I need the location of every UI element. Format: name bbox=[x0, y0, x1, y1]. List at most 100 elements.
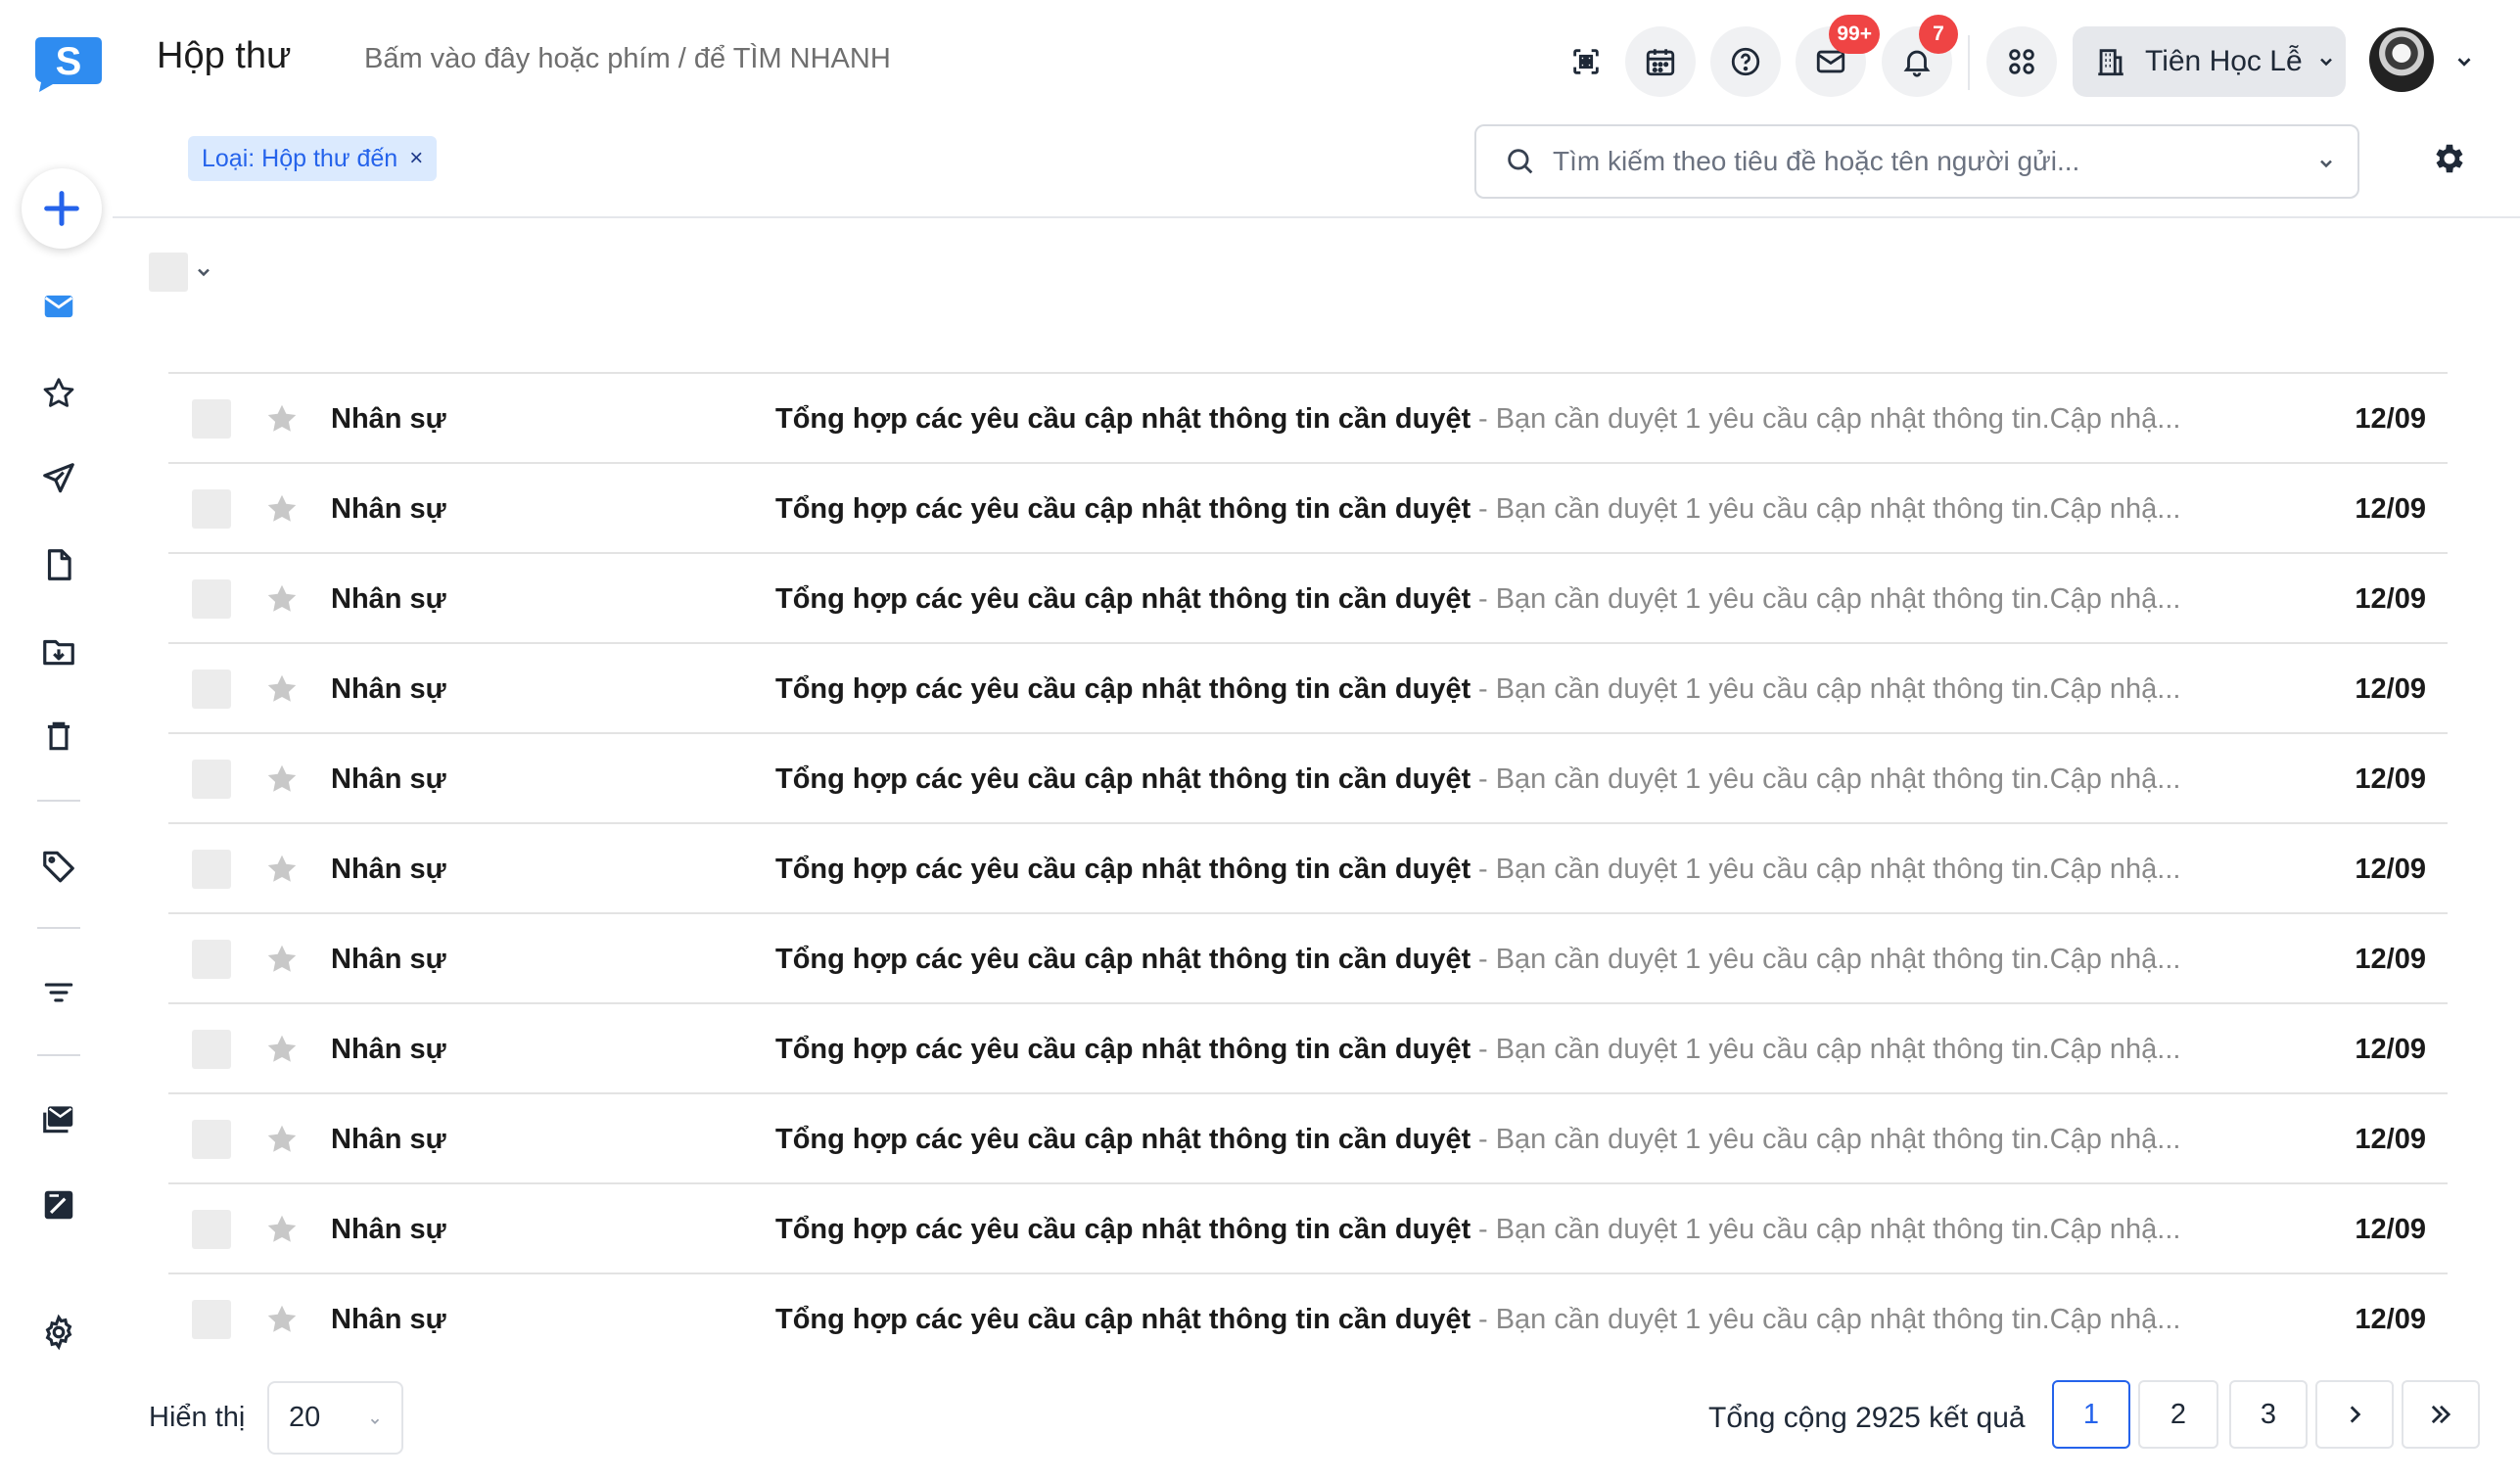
filter-bar: Loại: Hộp thư đến × bbox=[113, 122, 2520, 218]
message-row[interactable]: Nhân sự Tổng hợp các yêu cầu cập nhật thô… bbox=[168, 1182, 2448, 1272]
chevron-down-icon[interactable] bbox=[2453, 51, 2475, 72]
last-page-button[interactable] bbox=[2402, 1380, 2480, 1449]
message-row[interactable]: Nhân sự Tổng hợp các yêu cầu cập nhật thô… bbox=[168, 462, 2448, 552]
help-button[interactable] bbox=[1710, 26, 1781, 97]
filter-chip-type[interactable]: Loại: Hộp thư đến × bbox=[188, 136, 438, 181]
archive-icon bbox=[40, 632, 77, 670]
star-icon[interactable] bbox=[264, 581, 300, 617]
sidebar-item-filters[interactable] bbox=[37, 971, 80, 1014]
message-sender: Nhân sự bbox=[331, 1124, 446, 1155]
message-row[interactable]: Nhân sự Tổng hợp các yêu cầu cập nhật thô… bbox=[168, 732, 2448, 822]
message-sender: Nhân sự bbox=[331, 944, 446, 975]
quick-search-trigger[interactable]: Bấm vào đây hoặc phím / để TÌM NHANH bbox=[364, 43, 891, 75]
sidebar-item-drafts[interactable] bbox=[37, 543, 80, 586]
star-icon[interactable] bbox=[264, 852, 300, 887]
row-checkbox[interactable] bbox=[192, 760, 231, 799]
page-size-select[interactable]: 20 bbox=[267, 1381, 403, 1455]
message-date: 12/09 bbox=[2355, 944, 2426, 975]
filter-chip-label: Loại: Hộp thư đến bbox=[202, 144, 398, 172]
star-icon[interactable] bbox=[264, 762, 300, 797]
row-checkbox[interactable] bbox=[192, 579, 231, 619]
message-snippet: - Bạn cần duyệt 1 yêu cầu cập nhật thông… bbox=[1478, 944, 2181, 975]
user-avatar[interactable] bbox=[2369, 27, 2434, 92]
star-icon[interactable] bbox=[264, 1212, 300, 1247]
star-icon[interactable] bbox=[264, 942, 300, 977]
sidebar-item-labels[interactable] bbox=[37, 844, 80, 887]
row-checkbox[interactable] bbox=[192, 940, 231, 979]
select-all[interactable] bbox=[149, 253, 213, 292]
message-date: 12/09 bbox=[2355, 403, 2426, 435]
page-button-3[interactable]: 3 bbox=[2229, 1380, 2308, 1449]
message-row[interactable]: Nhân sự Tổng hợp các yêu cầu cập nhật thô… bbox=[168, 1092, 2448, 1182]
page-size-value: 20 bbox=[289, 1402, 321, 1433]
row-checkbox[interactable] bbox=[192, 399, 231, 439]
mail-button[interactable]: 99+ bbox=[1796, 15, 1880, 97]
calendar-button[interactable] bbox=[1625, 26, 1696, 97]
sidebar-item-sent[interactable] bbox=[37, 457, 80, 500]
qr-scan-button[interactable] bbox=[1551, 26, 1621, 97]
header-divider bbox=[1968, 35, 1970, 90]
message-date: 12/09 bbox=[2355, 1034, 2426, 1065]
message-row[interactable]: Nhân sự Tổng hợp các yêu cầu cập nhật thô… bbox=[168, 1002, 2448, 1092]
select-all-checkbox[interactable] bbox=[149, 253, 188, 292]
next-page-button[interactable] bbox=[2315, 1380, 2394, 1449]
message-row[interactable]: Nhân sự Tổng hợp các yêu cầu cập nhật thô… bbox=[168, 912, 2448, 1002]
search-box[interactable] bbox=[1474, 124, 2359, 199]
message-row[interactable]: Nhân sự Tổng hợp các yêu cầu cập nhật thô… bbox=[168, 642, 2448, 732]
message-row[interactable]: Nhân sự Tổng hợp các yêu cầu cập nhật thô… bbox=[168, 822, 2448, 912]
plus-icon bbox=[39, 186, 84, 231]
sidebar-item-inbox[interactable] bbox=[37, 285, 80, 328]
sidebar-item-mail-stack[interactable] bbox=[37, 1097, 80, 1140]
message-subject: Tổng hợp các yêu cầu cập nhật thông tin … bbox=[775, 1124, 1471, 1155]
apps-button[interactable] bbox=[1986, 26, 2057, 97]
row-checkbox[interactable] bbox=[192, 1210, 231, 1249]
row-checkbox[interactable] bbox=[192, 670, 231, 709]
row-checkbox[interactable] bbox=[192, 1120, 231, 1159]
send-icon bbox=[40, 460, 77, 497]
message-row[interactable]: Nhân sự Tổng hợp các yêu cầu cập nhật thô… bbox=[168, 372, 2448, 462]
chevron-down-icon[interactable] bbox=[2316, 154, 2336, 173]
qr-code-icon bbox=[1569, 45, 1603, 78]
star-icon[interactable] bbox=[264, 491, 300, 527]
sidebar-item-settings[interactable] bbox=[37, 1311, 80, 1354]
star-icon[interactable] bbox=[264, 671, 300, 707]
message-subject: Tổng hợp các yêu cầu cập nhật thông tin … bbox=[775, 944, 1471, 975]
total-results: Tổng cộng 2925 kết quả bbox=[1708, 1402, 2026, 1434]
message-subject: Tổng hợp các yêu cầu cập nhật thông tin … bbox=[775, 854, 1471, 885]
star-icon[interactable] bbox=[264, 401, 300, 437]
message-date: 12/09 bbox=[2355, 583, 2426, 615]
search-icon bbox=[1504, 145, 1537, 178]
close-icon[interactable]: × bbox=[409, 145, 423, 172]
sidebar-item-starred[interactable] bbox=[37, 372, 80, 415]
page-button-1[interactable]: 1 bbox=[2052, 1380, 2130, 1449]
message-subject: Tổng hợp các yêu cầu cập nhật thông tin … bbox=[775, 583, 1471, 615]
message-row[interactable]: Nhân sự Tổng hợp các yêu cầu cập nhật thô… bbox=[168, 1272, 2448, 1363]
message-row[interactable]: Nhân sự Tổng hợp các yêu cầu cập nhật thô… bbox=[168, 552, 2448, 642]
list-settings-button[interactable] bbox=[2431, 140, 2468, 177]
row-checkbox[interactable] bbox=[192, 489, 231, 529]
row-checkbox[interactable] bbox=[192, 850, 231, 889]
search-input[interactable] bbox=[1553, 146, 2297, 177]
star-icon[interactable] bbox=[264, 1122, 300, 1157]
sidebar-item-notes[interactable] bbox=[37, 1183, 80, 1226]
message-subject: Tổng hợp các yêu cầu cập nhật thông tin … bbox=[775, 1034, 1471, 1065]
row-checkbox[interactable] bbox=[192, 1300, 231, 1339]
star-icon[interactable] bbox=[264, 1302, 300, 1337]
star-icon bbox=[40, 375, 77, 412]
message-snippet: - Bạn cần duyệt 1 yêu cầu cập nhật thông… bbox=[1478, 493, 2181, 525]
message-subject: Tổng hợp các yêu cầu cập nhật thông tin … bbox=[775, 1304, 1471, 1335]
message-snippet: - Bạn cần duyệt 1 yêu cầu cập nhật thông… bbox=[1478, 1034, 2181, 1065]
star-icon[interactable] bbox=[264, 1032, 300, 1067]
sidebar-divider bbox=[37, 927, 80, 929]
sidebar-item-trash[interactable] bbox=[37, 715, 80, 758]
chevron-down-icon bbox=[2316, 52, 2336, 71]
row-checkbox[interactable] bbox=[192, 1030, 231, 1069]
chevron-down-icon[interactable] bbox=[194, 262, 213, 282]
compose-button[interactable] bbox=[22, 168, 102, 249]
notification-button[interactable]: 7 bbox=[1882, 15, 1958, 97]
s-logo-icon[interactable]: S bbox=[33, 33, 104, 94]
filter-icon bbox=[40, 974, 77, 1011]
sidebar-item-archive[interactable] bbox=[37, 629, 80, 672]
organization-switcher[interactable]: Tiên Học Lễ bbox=[2073, 26, 2346, 97]
page-button-2[interactable]: 2 bbox=[2138, 1380, 2218, 1449]
